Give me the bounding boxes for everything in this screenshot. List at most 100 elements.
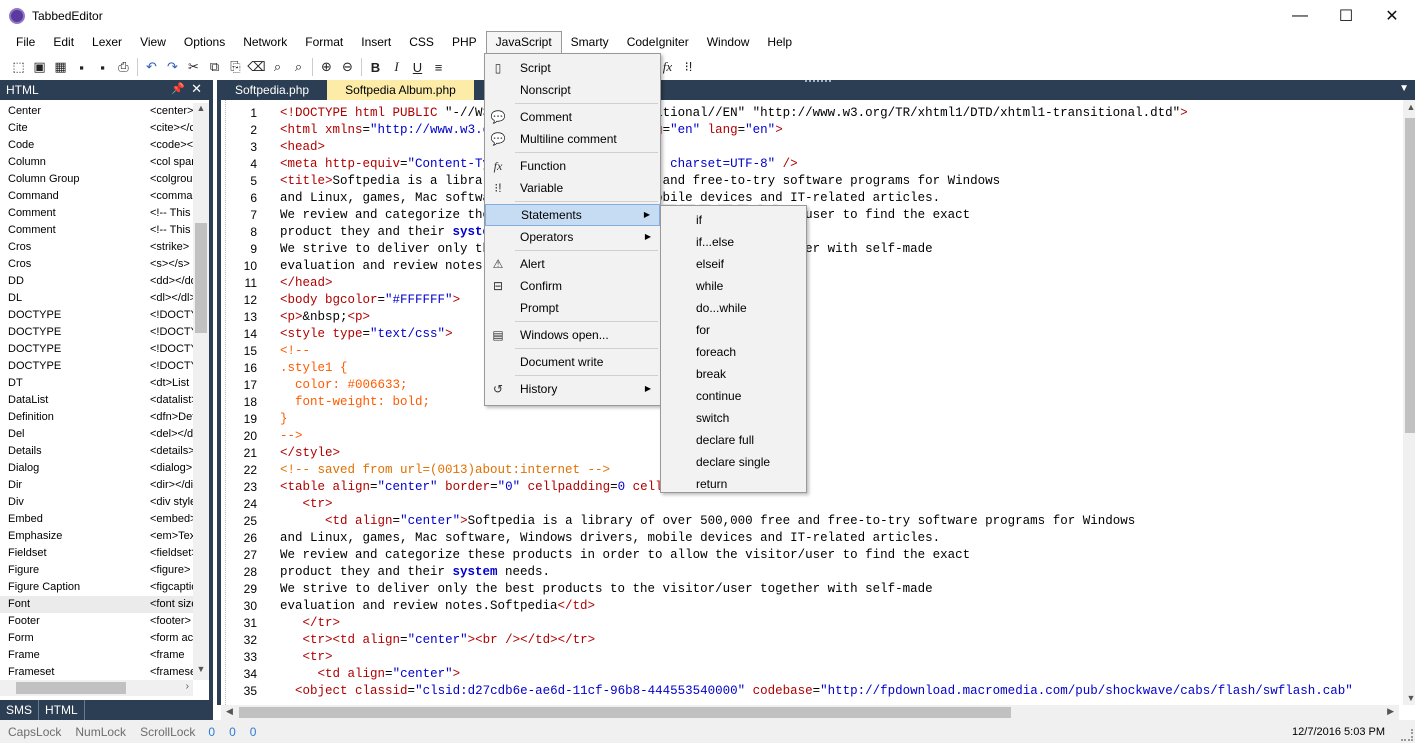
snippet-item-doctype[interactable]: DOCTYPE <!DOCTYPE — [0, 324, 193, 341]
print-icon[interactable]: ⎙ — [113, 57, 134, 77]
save-icon[interactable]: ▪ — [71, 57, 92, 77]
menu-item-windows-open[interactable]: ▤ Windows open... — [485, 324, 660, 346]
statement-item-switch[interactable]: switch — [661, 407, 806, 429]
tab-list-dropdown-icon[interactable]: ▼ — [1399, 83, 1409, 94]
menu-options[interactable]: Options — [175, 31, 234, 54]
code-line[interactable]: 10evaluation and review notes.Softpedia<… — [227, 258, 1403, 275]
menu-item-statements[interactable]: Statements ▶ — [485, 204, 660, 226]
snippet-item-column-group[interactable]: Column Group <colgroup> — [0, 171, 193, 188]
align-icon[interactable]: ≡ — [428, 57, 449, 77]
underline-button[interactable]: U — [407, 57, 428, 77]
code-line[interactable]: 26 and Linux, games, Mac software, Window… — [227, 530, 1403, 547]
snippet-item-dl[interactable]: DL <dl></dl> — [0, 290, 193, 307]
snippet-item-form[interactable]: Form <form action — [0, 630, 193, 647]
code-line[interactable]: 11 </head> — [227, 275, 1403, 292]
resize-grip-icon[interactable] — [1401, 729, 1413, 741]
scroll-right-icon[interactable]: › — [186, 681, 189, 692]
snippet-item-doctype[interactable]: DOCTYPE <!DOCTYPE — [0, 341, 193, 358]
code-line[interactable]: 20 --> — [227, 428, 1403, 445]
scroll-thumb[interactable] — [195, 223, 207, 333]
statement-item-if[interactable]: if — [661, 209, 806, 231]
menu-codeigniter[interactable]: CodeIgniter — [618, 31, 698, 54]
tab-softpedia-album-php[interactable]: Softpedia Album.php — [327, 80, 474, 100]
code-editor[interactable]: 1<!DOCTYPE html PUBLIC "-//W3C//DTD XHTM… — [217, 100, 1415, 705]
statement-item-elseif[interactable]: elseif — [661, 253, 806, 275]
code-line[interactable]: 5 <title>Softpedia is a library of over 5… — [227, 173, 1403, 190]
menu-item-document-write[interactable]: Document write — [485, 351, 660, 373]
snippet-item-datalist[interactable]: DataList <datalist> — [0, 392, 193, 409]
menu-php[interactable]: PHP — [443, 31, 486, 54]
snippet-item-dt[interactable]: DT <dt>List — [0, 375, 193, 392]
snippet-item-comment[interactable]: Comment <!-- This — [0, 222, 193, 239]
snippet-item-footer[interactable]: Footer <footer> — [0, 613, 193, 630]
snippet-item-cite[interactable]: Cite <cite></cite> — [0, 120, 193, 137]
code-line[interactable]: 34 <td align="center"> — [227, 666, 1403, 683]
scroll-up-icon[interactable]: ▲ — [1403, 102, 1415, 112]
statement-item-declare-single[interactable]: declare single — [661, 451, 806, 473]
code-line[interactable]: 35 <object classid="clsid:d27cdb6e-ae6d-… — [227, 683, 1403, 700]
menu-item-function[interactable]: fx Function — [485, 155, 660, 177]
menu-javascript[interactable]: JavaScript — [485, 31, 562, 54]
scroll-down-icon[interactable]: ▼ — [1403, 693, 1415, 703]
menu-item-operators[interactable]: Operators ▶ — [485, 226, 660, 248]
snippet-item-column[interactable]: Column <col span> — [0, 154, 193, 171]
statement-item-for[interactable]: for — [661, 319, 806, 341]
snippet-item-code[interactable]: Code <code></code> — [0, 137, 193, 154]
close-button[interactable]: ✕ — [1369, 0, 1415, 31]
zoom-in-icon[interactable]: ⊕ — [316, 57, 337, 77]
menu-view[interactable]: View — [131, 31, 175, 54]
code-line[interactable]: 6and Linux, games, Mac software, Windows… — [227, 190, 1403, 207]
scroll-up-icon[interactable]: ▲ — [193, 103, 209, 119]
code-line[interactable]: 30 evaluation and review notes.Softpedia<… — [227, 598, 1403, 615]
code-line[interactable]: 31 </tr> — [227, 615, 1403, 632]
replace-icon[interactable]: ⌕ — [288, 57, 309, 77]
menu-item-comment[interactable]: 💬 Comment — [485, 106, 660, 128]
menu-item-nonscript[interactable]: Nonscript — [485, 79, 660, 101]
menu-item-variable[interactable]: ⁝! Variable — [485, 177, 660, 199]
snippet-item-dir[interactable]: Dir <dir></dir> — [0, 477, 193, 494]
redo-icon[interactable]: ↷ — [162, 57, 183, 77]
scroll-right-icon[interactable]: ▶ — [1387, 706, 1394, 717]
snippet-item-cros[interactable]: Cros <strike> — [0, 239, 193, 256]
code-line[interactable]: 3 <head> — [227, 139, 1403, 156]
code-line[interactable]: 1<!DOCTYPE html PUBLIC "-//W3C//DTD XHTM… — [227, 105, 1403, 122]
panel-horizontal-scrollbar[interactable]: › — [0, 680, 193, 696]
code-line[interactable]: 27 We review and categorize these product… — [227, 547, 1403, 564]
find-icon[interactable]: ⌕ — [267, 57, 288, 77]
tab-html[interactable]: HTML — [39, 700, 85, 720]
tab-softpedia-php[interactable]: Softpedia.php — [217, 80, 327, 100]
statement-item-break[interactable]: break — [661, 363, 806, 385]
scroll-thumb[interactable] — [16, 682, 126, 694]
panel-vertical-scrollbar[interactable]: ▲ ▼ — [193, 103, 209, 680]
code-line[interactable]: 18 font-weight: bold; — [227, 394, 1403, 411]
cut-icon[interactable]: ✂ — [183, 57, 204, 77]
snippet-item-emphasize[interactable]: Emphasize <em>Text — [0, 528, 193, 545]
code-line[interactable]: 17 color: #006633; — [227, 377, 1403, 394]
menu-file[interactable]: File — [7, 31, 44, 54]
snippet-item-figure[interactable]: Figure <figure> — [0, 562, 193, 579]
menu-item-alert[interactable]: ⚠ Alert — [485, 253, 660, 275]
snippet-item-frame[interactable]: Frame <frame — [0, 647, 193, 664]
code-line[interactable]: 21 </style> — [227, 445, 1403, 462]
zoom-out-icon[interactable]: ⊖ — [337, 57, 358, 77]
snippet-item-command[interactable]: Command <command> — [0, 188, 193, 205]
menu-item-multiline-comment[interactable]: 💬 Multiline comment — [485, 128, 660, 150]
scroll-left-icon[interactable]: ◀ — [226, 706, 233, 717]
menu-lexer[interactable]: Lexer — [83, 31, 131, 54]
snippet-item-frameset[interactable]: Frameset <frameset — [0, 664, 193, 680]
code-line[interactable]: 19} — [227, 411, 1403, 428]
menu-edit[interactable]: Edit — [44, 31, 83, 54]
code-line[interactable]: 4<meta http-equiv="Content-Type" content… — [227, 156, 1403, 173]
code-line[interactable]: 16 .style1 { — [227, 360, 1403, 377]
scroll-thumb[interactable] — [1405, 118, 1415, 433]
snippet-item-div[interactable]: Div <div style — [0, 494, 193, 511]
statement-item-foreach[interactable]: foreach — [661, 341, 806, 363]
menu-network[interactable]: Network — [234, 31, 296, 54]
menu-item-script[interactable]: ▯ Script — [485, 57, 660, 79]
scroll-thumb[interactable] — [239, 707, 1011, 718]
code-line[interactable]: 25 <td align="center">Softpedia is a lib… — [227, 513, 1403, 530]
snippet-item-doctype[interactable]: DOCTYPE <!DOCTYPE — [0, 307, 193, 324]
code-line[interactable]: 14 <style type="text/css"> — [227, 326, 1403, 343]
code-line[interactable]: 28 product they and their system needs. — [227, 564, 1403, 581]
menu-item-prompt[interactable]: Prompt — [485, 297, 660, 319]
